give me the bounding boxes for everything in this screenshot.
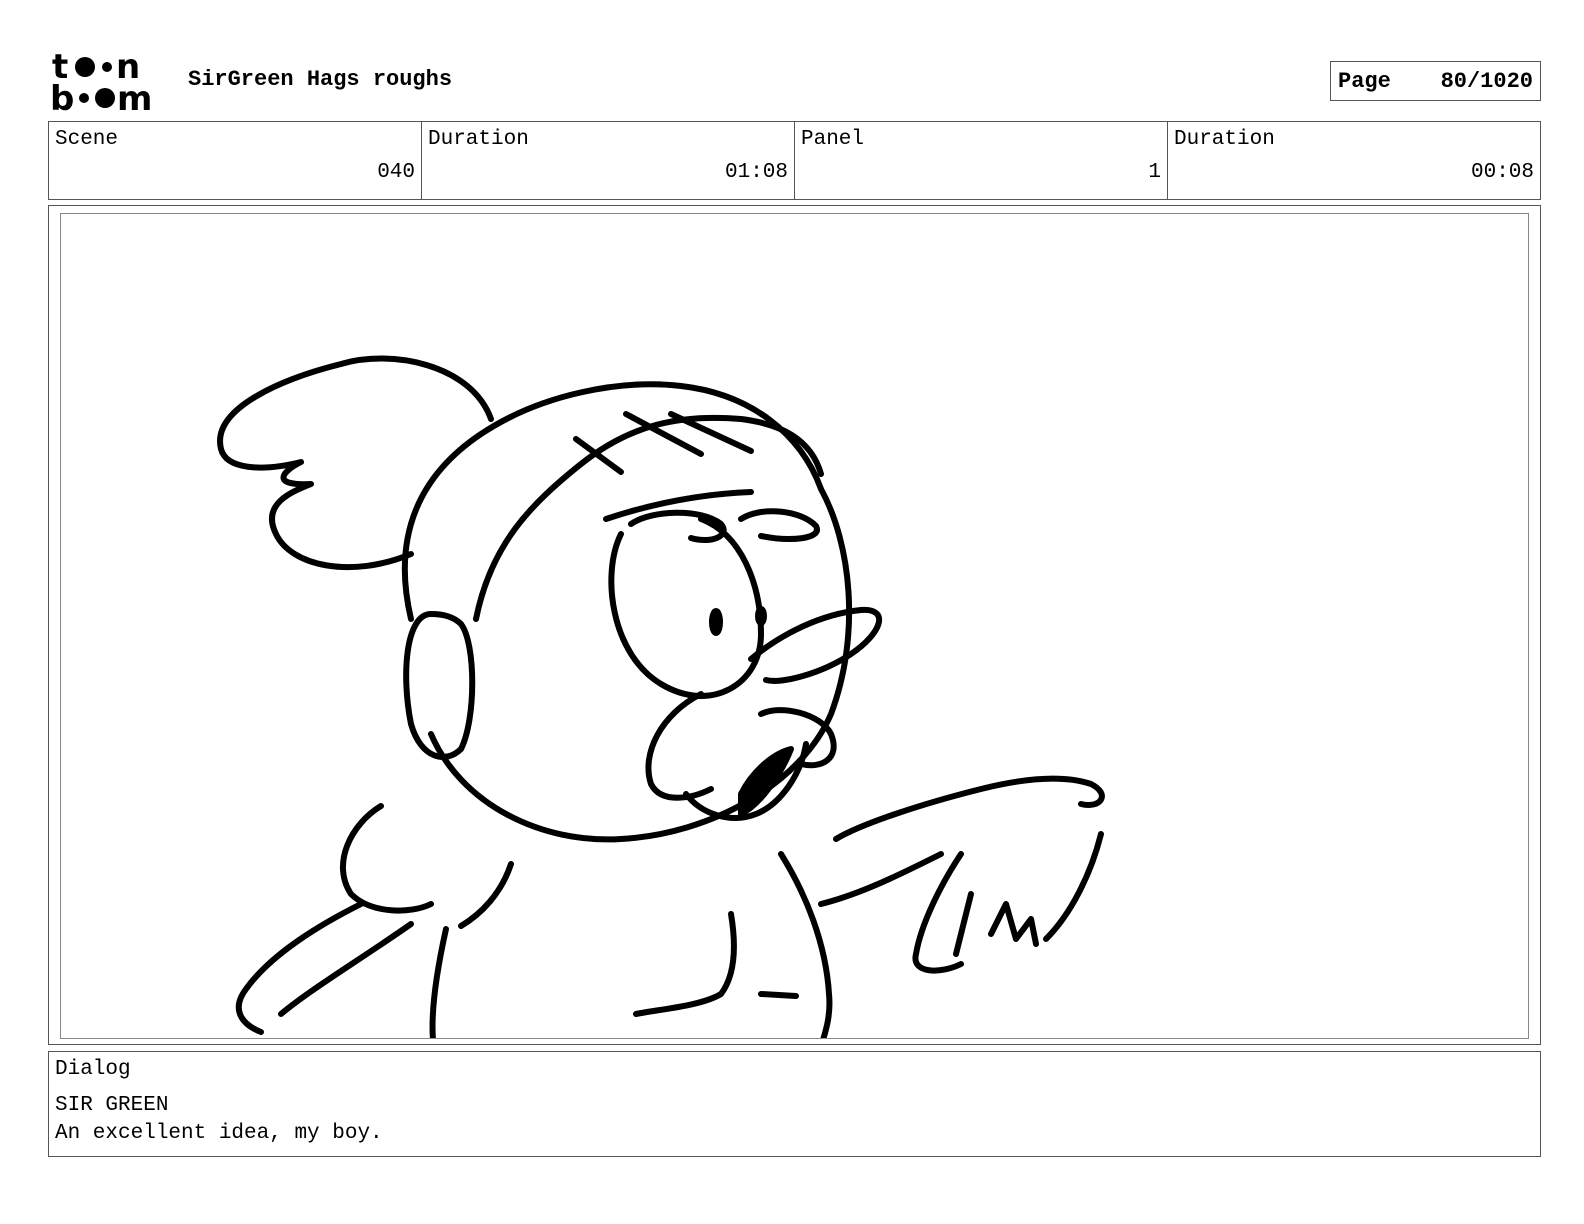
page-number: 80/1020 [1440,68,1533,94]
scene-duration-cell: Duration 01:08 [422,122,795,199]
scene-label: Scene [55,128,119,151]
panel-frame [48,205,1541,1045]
scene-value: 040 [377,161,415,184]
panel-cell: Panel 1 [795,122,1168,199]
page-label: Page [1338,68,1391,94]
page-indicator: Page 80/1020 [1330,61,1541,101]
scene-cell: Scene 040 [49,122,422,199]
dialog-label: Dialog [55,1058,131,1081]
panel-info-table: Scene 040 Duration 01:08 Panel 1 Duratio… [48,121,1541,200]
dialog-box: Dialog SIR GREEN An excellent idea, my b… [48,1051,1541,1157]
storyboard-sketch-icon [217,355,1105,1038]
panel-duration-label: Duration [1174,128,1275,151]
panel-duration-value: 00:08 [1470,161,1534,184]
scene-duration-label: Duration [428,128,529,151]
panel-duration-cell: Duration 00:08 [1168,122,1540,199]
dialog-line: An excellent idea, my boy. [55,1122,383,1145]
dialog-character-name: SIR GREEN [55,1094,169,1117]
project-title: SirGreen Hags roughs [188,67,453,92]
panel-value: 1 [1148,161,1161,184]
panel-image [60,213,1529,1039]
panel-label: Panel [801,128,865,151]
svg-text:m: m [117,79,152,114]
toonboom-logo: t n b m [50,47,170,119]
scene-duration-value: 01:08 [724,161,788,184]
svg-text:b: b [50,79,74,114]
